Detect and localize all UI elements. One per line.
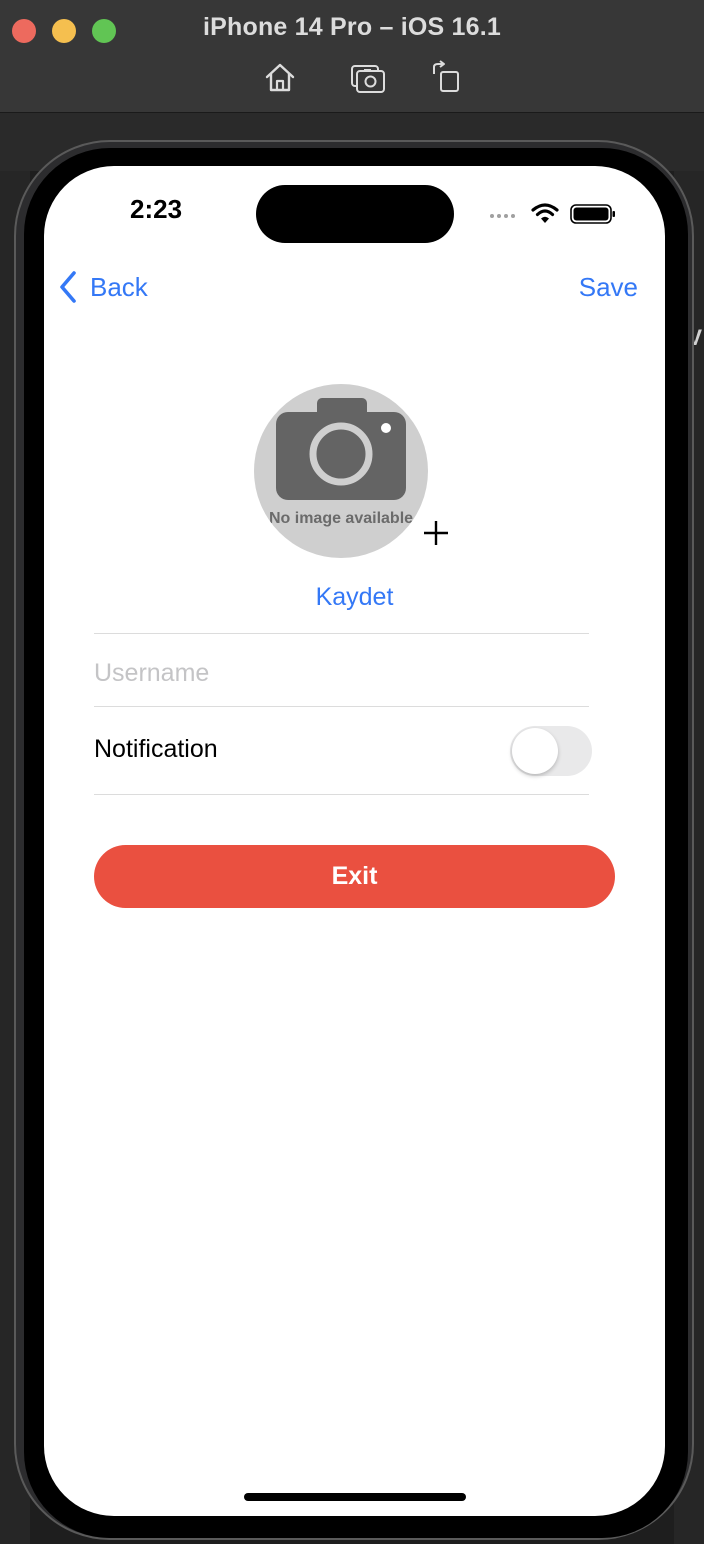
divider — [94, 633, 589, 634]
device-screen: 2:23 Back Save No image available Kaydet — [44, 166, 665, 1516]
avatar[interactable]: No image available — [254, 384, 428, 558]
divider — [94, 706, 589, 707]
exit-button[interactable]: Exit — [94, 845, 615, 908]
screenshot-icon[interactable] — [350, 60, 386, 96]
notification-label: Notification — [94, 735, 218, 763]
avatar-placeholder-text: No image available — [268, 510, 414, 527]
notification-toggle[interactable] — [510, 726, 592, 776]
save-photo-button[interactable]: Kaydet — [44, 583, 665, 612]
home-indicator[interactable] — [244, 1493, 466, 1501]
save-button[interactable]: Save — [579, 272, 638, 303]
window-close-button[interactable] — [12, 19, 36, 43]
dynamic-island — [256, 185, 454, 243]
camera-icon — [276, 398, 406, 500]
username-input[interactable] — [94, 640, 589, 706]
back-button[interactable]: Back — [58, 270, 148, 304]
toggle-knob — [512, 728, 558, 774]
simulator-title-bar: iPhone 14 Pro – iOS 16.1 — [0, 0, 704, 113]
simulator-title: iPhone 14 Pro – iOS 16.1 — [203, 13, 501, 41]
window-minimize-button[interactable] — [52, 19, 76, 43]
home-icon[interactable] — [262, 60, 298, 96]
battery-icon — [570, 204, 615, 224]
chevron-left-icon — [60, 271, 76, 303]
wifi-icon — [531, 203, 559, 223]
cellular-signal-icon — [490, 214, 515, 218]
back-button-label: Back — [90, 271, 148, 302]
rotate-icon[interactable] — [430, 60, 466, 96]
add-photo-icon[interactable] — [422, 519, 450, 547]
window-zoom-button[interactable] — [92, 19, 116, 43]
status-time: 2:23 — [130, 194, 183, 224]
divider — [94, 794, 589, 795]
